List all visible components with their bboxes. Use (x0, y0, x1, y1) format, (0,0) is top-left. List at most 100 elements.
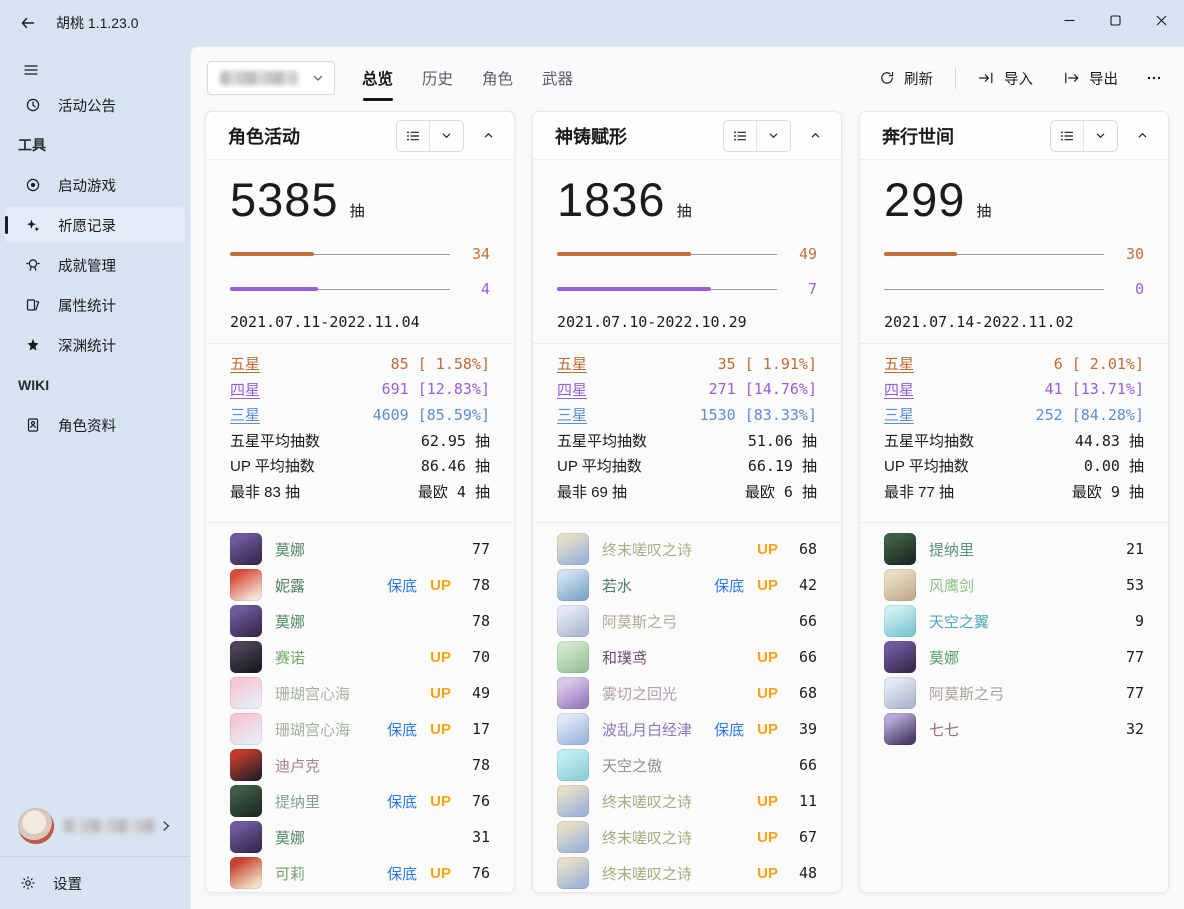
minimize-button[interactable] (1046, 0, 1092, 40)
stat-label[interactable]: 四星 (557, 379, 587, 400)
stat-value: 最欧 6 抽 (745, 481, 817, 502)
guarantee-badge: 保底 (387, 575, 417, 596)
list-view-button[interactable] (724, 121, 757, 151)
back-button[interactable] (12, 7, 44, 39)
nav-toggle-button[interactable] (14, 54, 48, 86)
import-label: 导入 (1004, 68, 1033, 89)
pull-item: 阿莫斯之弓66 (557, 603, 817, 639)
collapse-card-button[interactable] (1128, 122, 1156, 150)
stat-label: UP 平均抽数 (557, 455, 642, 476)
stat-label[interactable]: 五星 (884, 353, 914, 374)
sidebar-item-character-wiki[interactable]: 角色资料 (5, 407, 185, 443)
uid-selector[interactable] (207, 61, 335, 95)
stat-label[interactable]: 五星 (230, 353, 260, 374)
sidebar: 活动公告 工具 启动游戏 祈愿记录 成就管理 属性统计 深渊统计 WIKI (0, 46, 190, 909)
stat-value: 85 [ 1.58%] (391, 355, 490, 373)
stat-label: 五星平均抽数 (557, 430, 647, 451)
sidebar-item-wish-records[interactable]: 祈愿记录 (5, 207, 185, 243)
item-count: 66 (791, 612, 817, 630)
total-pulls-unit: 抽 (976, 200, 991, 221)
tab-weapons[interactable]: 武器 (541, 61, 574, 95)
up-badge: UP (430, 721, 451, 738)
pity5-track (557, 252, 777, 257)
ellipsis-icon (1146, 70, 1162, 86)
item-avatar (230, 821, 262, 853)
sidebar-item-label: 属性统计 (58, 295, 116, 316)
view-dropdown-button[interactable] (1084, 121, 1117, 151)
pull-items-list: 莫娜77妮露保底UP78莫娜78赛诺UP70珊瑚宫心海UP49珊瑚宫心海保底UP… (230, 523, 490, 893)
item-name: 七七 (929, 719, 1118, 740)
collapse-card-button[interactable] (474, 122, 502, 150)
stat-label: 五星平均抽数 (230, 430, 320, 451)
guarantee-badge: 保底 (714, 575, 744, 596)
stat-label[interactable]: 三星 (884, 404, 914, 425)
sidebar-item-launch-game[interactable]: 启动游戏 (5, 167, 185, 203)
export-button[interactable]: 导出 (1055, 62, 1126, 95)
stat-label[interactable]: 四星 (230, 379, 260, 400)
card-header-buttons (1050, 120, 1156, 152)
pity4-track (230, 287, 450, 292)
sidebar-item-attribute-stats[interactable]: 属性统计 (5, 287, 185, 323)
date-range: 2021.07.11-2022.11.04 (230, 313, 490, 331)
stat-value: 最欧 9 抽 (1072, 481, 1144, 502)
total-pulls-number: 5385 (230, 172, 339, 228)
stat-label: 最非 83 抽 (230, 481, 300, 502)
sidebar-item-abyss-stats[interactable]: 深渊统计 (5, 327, 185, 363)
sidebar-item-announcements[interactable]: 活动公告 (5, 87, 185, 123)
pull-item: 和璞鸢UP66 (557, 639, 817, 675)
stat-value: 最欧 4 抽 (418, 481, 490, 502)
item-name: 若水 (602, 575, 714, 596)
item-name: 终末嗟叹之诗 (602, 863, 757, 884)
item-name: 提纳里 (275, 791, 387, 812)
item-count: 31 (464, 828, 490, 846)
stat-label[interactable]: 五星 (557, 353, 587, 374)
list-view-button[interactable] (1051, 121, 1084, 151)
tab-characters[interactable]: 角色 (481, 61, 514, 95)
stat-label[interactable]: 三星 (230, 404, 260, 425)
pity5-fill (230, 252, 314, 256)
guarantee-badge: 保底 (387, 719, 417, 740)
abyss-star-icon (25, 337, 41, 353)
item-avatar (884, 533, 916, 565)
stat-label[interactable]: 四星 (884, 379, 914, 400)
pull-item: 阿莫斯之弓77 (884, 675, 1144, 711)
section-label: 工具 (18, 135, 46, 155)
stat-row: 三星4609 [85.59%] (230, 402, 490, 428)
date-range: 2021.07.14-2022.11.02 (884, 313, 1144, 331)
user-profile[interactable] (0, 806, 190, 846)
sidebar-item-settings[interactable]: 设置 (5, 865, 185, 901)
up-badge: UP (757, 649, 778, 666)
stat-value: 86.46 抽 (421, 455, 490, 476)
item-avatar (884, 641, 916, 673)
tab-overview[interactable]: 总览 (361, 61, 394, 95)
pull-item: 终末嗟叹之诗UP68 (557, 531, 817, 567)
nav-list: 活动公告 工具 启动游戏 祈愿记录 成就管理 属性统计 深渊统计 WIKI (0, 87, 190, 443)
sidebar-item-label: 活动公告 (58, 95, 116, 116)
view-dropdown-button[interactable] (430, 121, 463, 151)
close-button[interactable] (1138, 0, 1184, 40)
stat-row: 最非 77 抽最欧 9 抽 (884, 479, 1144, 505)
maximize-button[interactable] (1092, 0, 1138, 40)
view-split-button (396, 120, 464, 152)
card-header-buttons (723, 120, 829, 152)
view-dropdown-button[interactable] (757, 121, 790, 151)
collapse-card-button[interactable] (801, 122, 829, 150)
more-options-button[interactable] (1140, 64, 1168, 92)
pity5-progress: 49 (557, 245, 817, 263)
stat-label[interactable]: 三星 (557, 404, 587, 425)
stat-row: 五星 35 [ 1.91%] (557, 351, 817, 377)
item-count: 77 (464, 540, 490, 558)
cards-icon (25, 297, 41, 313)
item-avatar (230, 677, 262, 709)
refresh-button[interactable]: 刷新 (871, 62, 941, 95)
chevron-down-icon (1095, 130, 1106, 141)
stat-value: 6 [ 2.01%] (1054, 355, 1144, 373)
sidebar-item-achievements[interactable]: 成就管理 (5, 247, 185, 283)
list-view-button[interactable] (397, 121, 430, 151)
item-name: 可莉 (275, 863, 387, 884)
stat-value: 35 [ 1.91%] (718, 355, 817, 373)
tab-history[interactable]: 历史 (421, 61, 454, 95)
import-button[interactable]: 导入 (970, 62, 1041, 95)
item-avatar (557, 641, 589, 673)
total-pulls: 5385 抽 (230, 172, 490, 228)
